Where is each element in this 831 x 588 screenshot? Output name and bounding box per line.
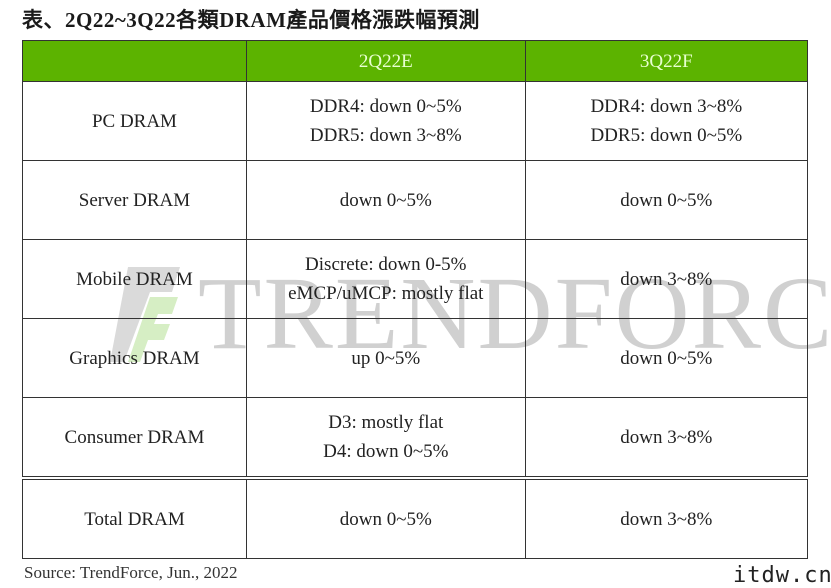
table-row: PC DRAM DDR4: down 0~5% DDR5: down 3~8% DDR…	[22, 81, 809, 161]
category-cell: PC DRAM	[22, 81, 247, 161]
forecast-cell-2q22e: Discrete: down 0-5% eMCP/uMCP: mostly fla…	[245, 239, 526, 319]
forecast-line: DDR5: down 0~5%	[590, 125, 743, 146]
table-row: Server DRAM down 0~5% down 0~5%	[22, 160, 809, 240]
forecast-cell-3q22f: down 0~5%	[524, 318, 809, 398]
forecast-line: down 0~5%	[620, 347, 713, 369]
table-row: Consumer DRAM D3: mostly flat D4: down 0~5…	[22, 397, 809, 479]
forecast-cell-3q22f: down 3~8%	[524, 476, 809, 559]
forecast-cell-3q22f: down 3~8%	[524, 397, 809, 479]
forecast-line: DDR4: down 0~5%	[309, 96, 462, 117]
forecast-line: down 3~8%	[620, 426, 713, 448]
forecast-cell-2q22e: D3: mostly flat D4: down 0~5%	[245, 397, 526, 479]
forecast-line: down 3~8%	[620, 508, 713, 530]
forecast-cell-2q22e: up 0~5%	[245, 318, 526, 398]
forecast-cell-2q22e: down 0~5%	[245, 160, 526, 240]
forecast-line: D3: mostly flat	[328, 412, 444, 433]
forecast-line: eMCP/uMCP: mostly flat	[288, 283, 484, 304]
forecast-line: down 0~5%	[339, 508, 432, 530]
forecast-line: down 0~5%	[339, 189, 432, 211]
forecast-cell-3q22f: down 0~5%	[524, 160, 809, 240]
forecast-line: DDR5: down 3~8%	[309, 125, 462, 146]
category-cell: Consumer DRAM	[22, 397, 247, 479]
forecast-cell-2q22e: down 0~5%	[245, 476, 526, 559]
category-cell: Server DRAM	[22, 160, 247, 240]
dram-price-forecast-table: 2Q22E 3Q22F PC DRAM DDR4: down 0~5% DDR5: …	[22, 40, 809, 559]
header-cell-3q22f: 3Q22F	[524, 40, 809, 82]
forecast-line: down 3~8%	[620, 268, 713, 290]
forecast-cell-3q22f: DDR4: down 3~8% DDR5: down 0~5%	[524, 81, 809, 161]
header-row: 2Q22E 3Q22F	[22, 40, 809, 82]
category-cell: Total DRAM	[22, 476, 247, 559]
forecast-line: down 0~5%	[620, 189, 713, 211]
forecast-line: Discrete: down 0-5%	[305, 254, 467, 275]
table-row: Graphics DRAM up 0~5% down 0~5%	[22, 318, 809, 398]
forecast-line: D4: down 0~5%	[323, 441, 449, 462]
source-note: Source: TrendForce, Jun., 2022	[24, 563, 238, 582]
category-cell: Mobile DRAM	[22, 239, 247, 319]
header-cell-category	[22, 40, 247, 82]
site-watermark: itdw.cn	[733, 563, 831, 588]
header-cell-2q22e: 2Q22E	[245, 40, 526, 82]
table-row: Mobile DRAM Discrete: down 0-5% eMCP/uMCP:…	[22, 239, 809, 319]
table-row: Total DRAM down 0~5% down 3~8%	[22, 476, 809, 559]
forecast-line: up 0~5%	[351, 347, 421, 369]
forecast-cell-2q22e: DDR4: down 0~5% DDR5: down 3~8%	[245, 81, 526, 161]
category-cell: Graphics DRAM	[22, 318, 247, 398]
forecast-cell-3q22f: down 3~8%	[524, 239, 809, 319]
table-title: 表、2Q22~3Q22各類DRAM產品價格漲跌幅預測	[22, 8, 480, 32]
forecast-line: DDR4: down 3~8%	[590, 96, 743, 117]
